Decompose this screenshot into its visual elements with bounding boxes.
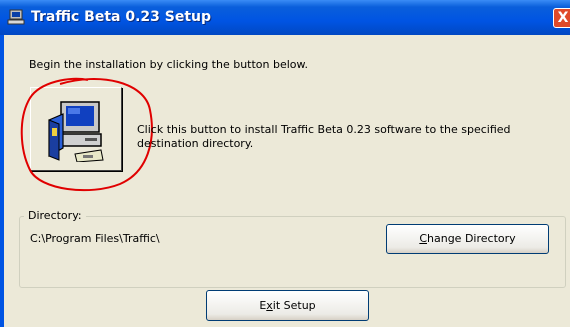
install-description: Click this button to install Traffic Bet… — [137, 123, 511, 150]
install-computer-icon — [48, 101, 104, 162]
close-button[interactable]: X — [553, 8, 570, 28]
intro-text: Begin the installation by clicking the b… — [29, 58, 309, 71]
change-directory-button[interactable]: Change Directory — [386, 224, 549, 254]
window-frame — [0, 35, 4, 327]
setup-computer-icon — [7, 9, 25, 25]
directory-path: C:\Program Files\Traffic\ — [30, 232, 160, 245]
directory-label: Directory: — [24, 209, 86, 222]
window-title: Traffic Beta 0.23 Setup — [31, 9, 212, 25]
title-bar: Traffic Beta 0.23 Setup X — [0, 0, 570, 35]
change-directory-rest: hange Directory — [427, 232, 516, 245]
install-button[interactable] — [30, 87, 122, 171]
exit-setup-rest: it Setup — [272, 299, 316, 312]
change-directory-access-key: C — [419, 232, 428, 245]
exit-setup-button[interactable]: Exit Setup — [206, 290, 369, 321]
